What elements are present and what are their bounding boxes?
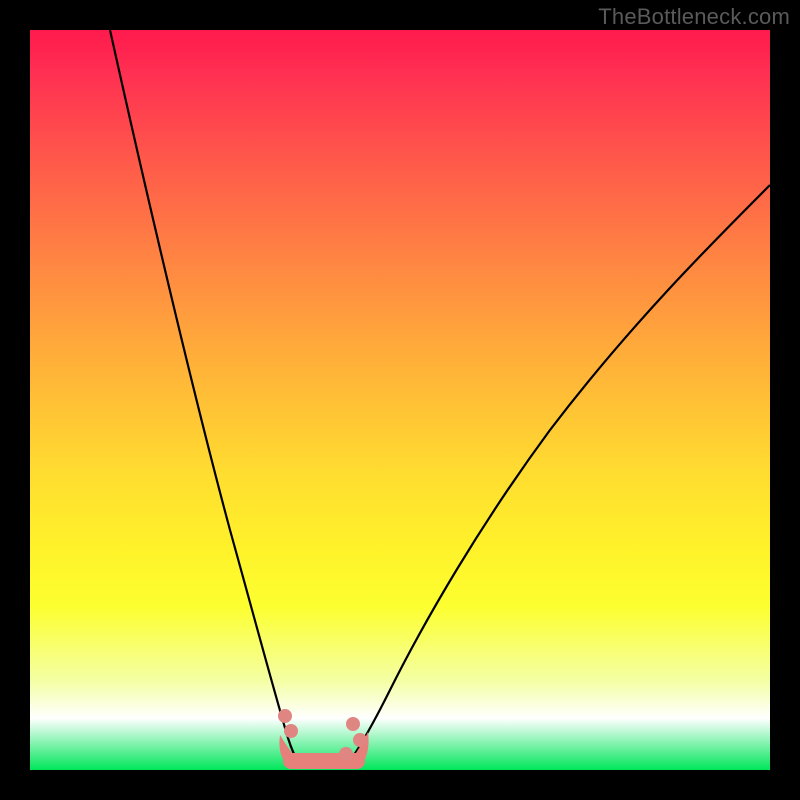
left-curve: [110, 30, 299, 763]
chart-overlay: [30, 30, 770, 770]
attribution-label: TheBottleneck.com: [598, 4, 790, 30]
marker-dot: [278, 709, 292, 723]
marker-dot: [346, 717, 360, 731]
chart-frame: TheBottleneck.com: [0, 0, 800, 800]
right-curve: [348, 185, 770, 763]
curves-group: [110, 30, 770, 763]
marker-dot: [284, 724, 298, 738]
marker-dot: [339, 747, 353, 761]
marker-dot: [353, 733, 367, 747]
